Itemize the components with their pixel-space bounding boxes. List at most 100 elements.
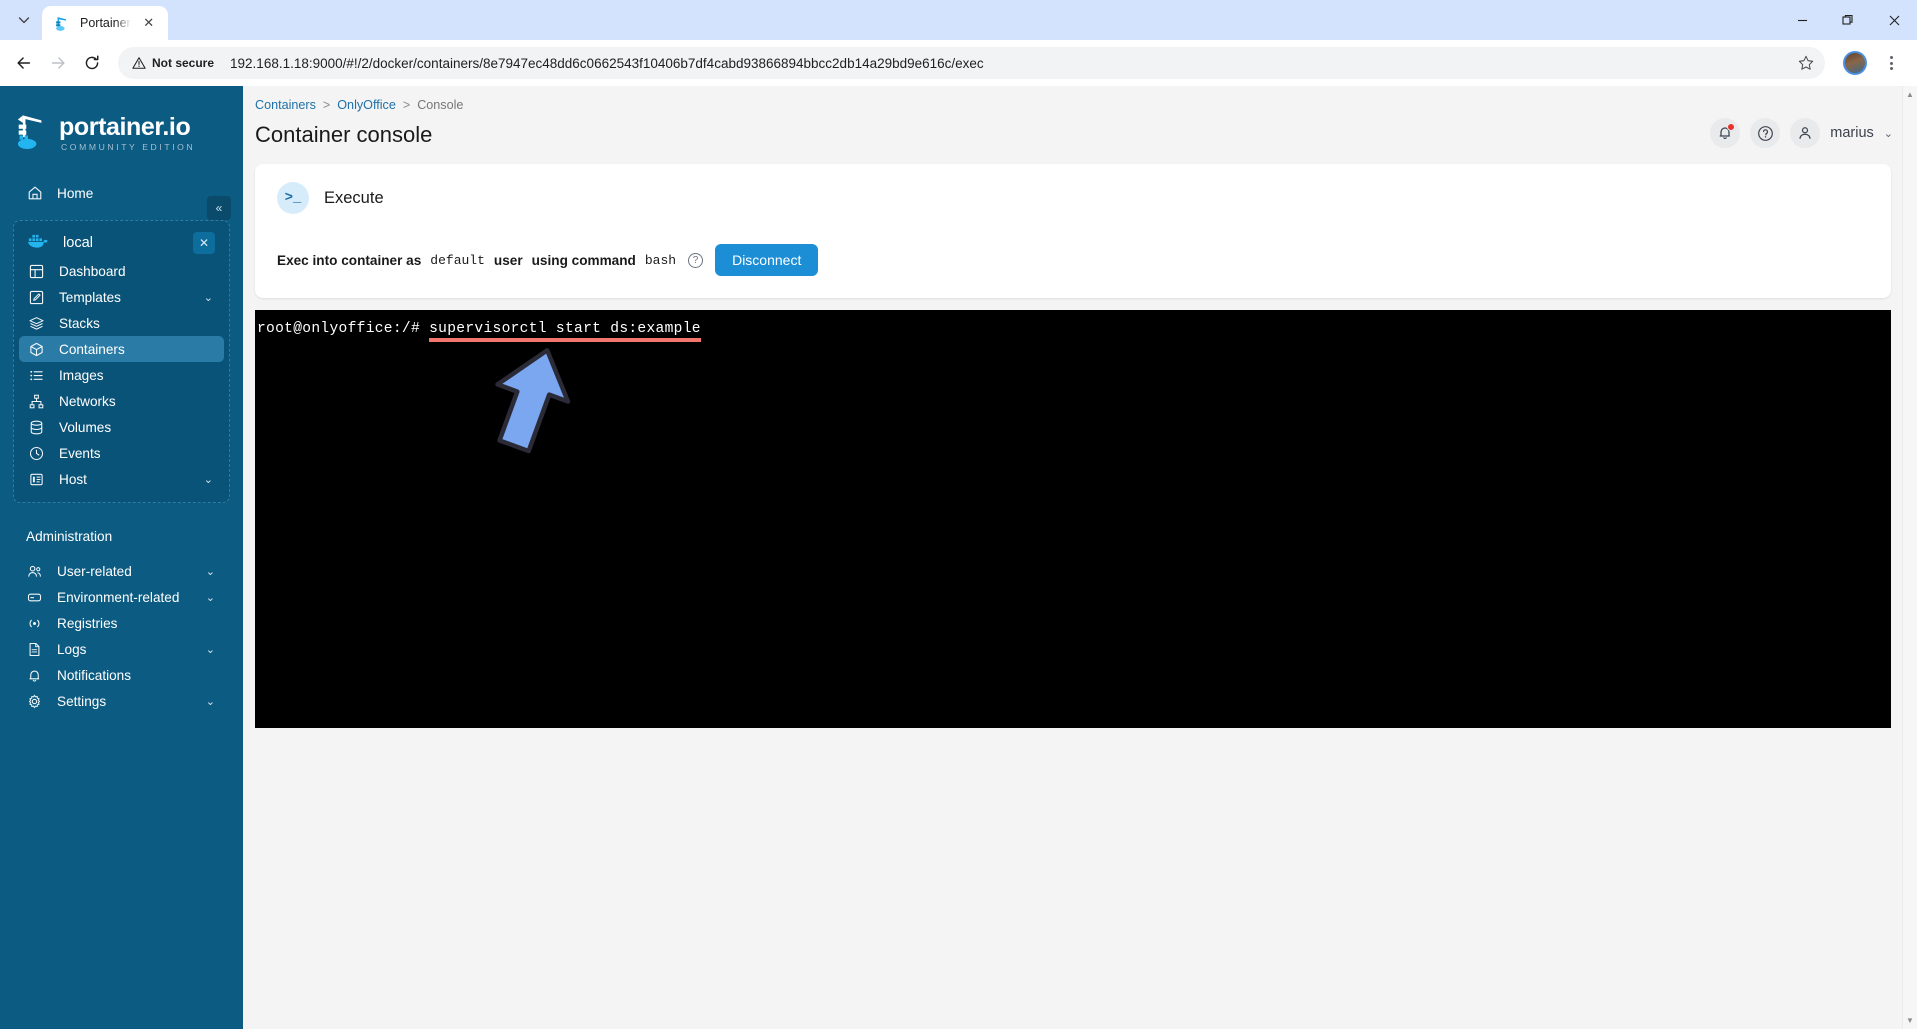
- omnibox[interactable]: Not secure 192.168.1.18:9000/#!/2/docker…: [118, 47, 1825, 79]
- browser-forward-button[interactable]: [42, 47, 74, 79]
- browser-tab-close-button[interactable]: ✕: [140, 14, 158, 32]
- sidebar-item-dashboard-label: Dashboard: [59, 263, 126, 279]
- browser-menu-button[interactable]: [1877, 49, 1905, 77]
- chevron-down-icon[interactable]: ⌄: [204, 473, 213, 486]
- sidebar-item-user-related-label: User-related: [57, 563, 132, 579]
- template-edit-icon: [28, 289, 45, 306]
- notifications-button[interactable]: [1710, 118, 1741, 148]
- chevron-down-icon[interactable]: ⌄: [206, 695, 215, 708]
- chevron-down-icon[interactable]: ⌄: [206, 591, 215, 604]
- reload-icon: [85, 55, 99, 70]
- exec-user-label: user: [493, 252, 523, 268]
- chevron-down-icon[interactable]: ⌄: [206, 643, 215, 656]
- sidebar-item-logs-label: Logs: [57, 641, 87, 657]
- user-avatar[interactable]: [1790, 118, 1821, 148]
- sidebar-item-environment-related[interactable]: Environment-related ⌄: [17, 584, 226, 610]
- sidebar-item-settings-label: Settings: [57, 693, 107, 709]
- disconnect-button[interactable]: Disconnect: [715, 244, 819, 276]
- security-label: Not secure: [152, 56, 215, 70]
- sidebar-admin-section-title: Administration: [26, 529, 113, 544]
- breadcrumb-item-onlyoffice[interactable]: OnlyOffice: [337, 98, 396, 112]
- sidebar-item-volumes[interactable]: Volumes: [19, 414, 224, 440]
- user-name-label: marius: [1830, 125, 1874, 141]
- page-scrollbar[interactable]: ▲ ▼: [1902, 86, 1917, 1029]
- breadcrumb-item-containers[interactable]: Containers: [255, 98, 316, 112]
- sidebar-item-containers[interactable]: Containers: [19, 336, 224, 362]
- browser-chrome: Portainer ✕ Not secure 192.168.1.18:9000…: [0, 0, 1917, 86]
- terminal-prompt-icon: >_: [277, 182, 309, 214]
- stacks-layers-icon: [28, 315, 45, 332]
- user-avatar-icon: [1799, 127, 1811, 139]
- images-list-icon: [28, 367, 45, 384]
- scrollbar-up-arrow[interactable]: ▲: [1906, 90, 1914, 99]
- kebab-dot: [1889, 61, 1893, 65]
- execute-card: >_ Execute Exec into container as defaul…: [255, 164, 1891, 298]
- docker-whale-icon: [28, 233, 49, 253]
- sidebar-item-images[interactable]: Images: [19, 362, 224, 388]
- page-header: Containers > OnlyOffice > Console Contai…: [243, 86, 1917, 148]
- terminal-command-highlighted: supervisorctl start ds:example: [429, 321, 701, 342]
- sidebar-item-networks[interactable]: Networks: [19, 388, 224, 414]
- sidebar-environment-name: local: [63, 235, 94, 251]
- help-button[interactable]: [1750, 118, 1781, 148]
- terminal-prompt-text: root@onlyoffice:/#: [257, 321, 430, 337]
- warning-triangle-icon: [132, 57, 146, 69]
- sidebar-item-volumes-label: Volumes: [59, 419, 112, 435]
- portainer-crane-logo-icon: [17, 115, 42, 149]
- scrollbar-down-arrow[interactable]: ▼: [1906, 1016, 1914, 1025]
- execute-card-title: Execute: [324, 188, 384, 207]
- user-menu-chevron-down-icon[interactable]: ⌄: [1884, 127, 1893, 140]
- environment-icon: [26, 589, 43, 606]
- sidebar-item-dashboard[interactable]: Dashboard: [19, 258, 224, 284]
- chevron-down-icon[interactable]: ⌄: [204, 291, 213, 304]
- sidebar-environment-local[interactable]: local ✕: [19, 228, 224, 258]
- sidebar-item-notifications[interactable]: Notifications: [17, 662, 226, 688]
- security-indicator[interactable]: Not secure: [132, 56, 222, 70]
- sidebar-item-host[interactable]: Host ⌄: [19, 466, 224, 492]
- kebab-dot: [1889, 56, 1893, 59]
- container-terminal[interactable]: root@onlyoffice:/# supervisorctl start d…: [255, 310, 1891, 728]
- window-minimize-button[interactable]: [1779, 0, 1825, 40]
- sidebar-item-templates-label: Templates: [59, 289, 121, 305]
- window-close-button[interactable]: [1871, 0, 1917, 40]
- browser-reload-button[interactable]: [76, 47, 108, 79]
- kebab-dot: [1889, 67, 1893, 70]
- close-icon: [1889, 15, 1899, 25]
- sidebar-item-home[interactable]: Home: [17, 180, 226, 206]
- bookmark-star-icon[interactable]: [1793, 50, 1819, 76]
- breadcrumb-item-current: Console: [417, 98, 464, 112]
- portainer-logo-title: portainer.io: [59, 112, 191, 141]
- sidebar-nav: Home local ✕ Dashboard Templates ⌄ Stack…: [0, 180, 243, 714]
- logs-document-icon: [26, 641, 43, 658]
- window-maximize-button[interactable]: [1825, 0, 1871, 40]
- page-header-left: Containers > OnlyOffice > Console Contai…: [255, 98, 463, 148]
- sidebar-environment-close-button[interactable]: ✕: [193, 232, 215, 254]
- browser-back-button[interactable]: [8, 47, 40, 79]
- sidebar-item-templates[interactable]: Templates ⌄: [19, 284, 224, 310]
- arrow-right-icon: [51, 57, 65, 69]
- execute-section: >_ Execute Exec into container as defaul…: [243, 148, 1917, 298]
- browser-tab-portainer[interactable]: Portainer ✕: [42, 6, 168, 40]
- sidebar-item-user-related[interactable]: User-related ⌄: [17, 558, 226, 584]
- dashboard-icon: [28, 263, 45, 280]
- sidebar-item-stacks[interactable]: Stacks: [19, 310, 224, 336]
- sidebar-item-registries[interactable]: Registries: [17, 610, 226, 636]
- sidebar-item-images-label: Images: [59, 367, 104, 383]
- browser-profile-avatar[interactable]: [1843, 51, 1867, 75]
- users-icon: [26, 563, 43, 580]
- omnibox-url-text[interactable]: 192.168.1.18:9000/#!/2/docker/containers…: [230, 56, 1785, 71]
- volumes-database-icon: [28, 419, 45, 436]
- exec-help-icon[interactable]: ?: [688, 252, 704, 268]
- sidebar-item-events[interactable]: Events: [19, 440, 224, 466]
- browser-tabstrip: Portainer ✕: [0, 0, 1917, 40]
- portainer-logo[interactable]: portainer.io COMMUNITY EDITION: [0, 100, 243, 158]
- registries-broadcast-icon: [26, 615, 43, 632]
- portainer-favicon-icon: [56, 16, 67, 31]
- host-server-icon: [28, 471, 45, 488]
- sidebar-item-logs[interactable]: Logs ⌄: [17, 636, 226, 662]
- sidebar-item-settings[interactable]: Settings ⌄: [17, 688, 226, 714]
- notification-badge-dot: [1727, 123, 1736, 131]
- chevron-down-icon[interactable]: ⌄: [206, 565, 215, 578]
- tab-search-button[interactable]: [9, 5, 39, 35]
- exec-user-value: default: [430, 252, 485, 268]
